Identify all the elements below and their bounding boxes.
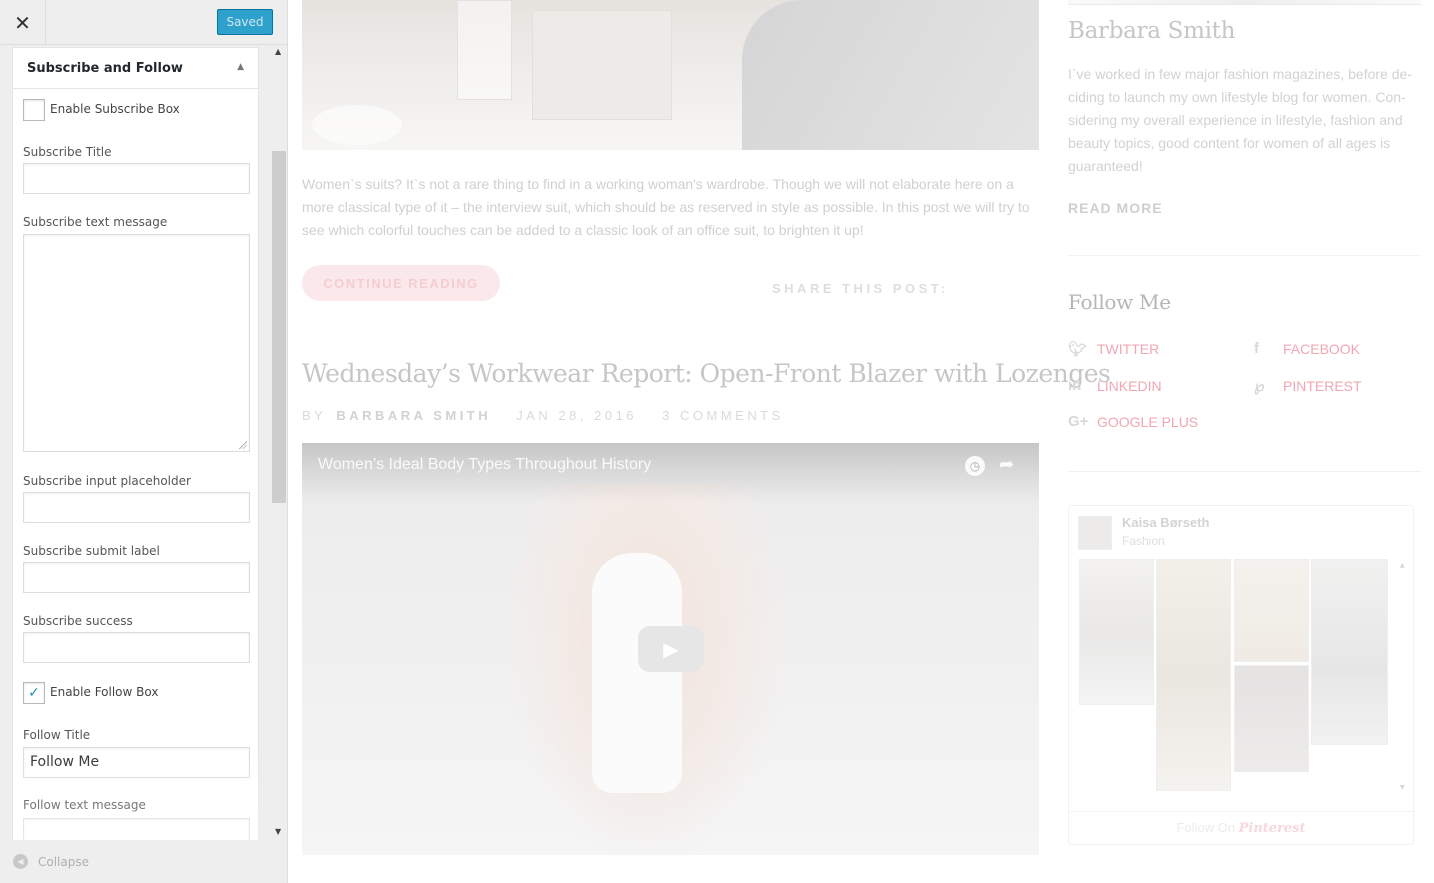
scroll-up-arrow-icon[interactable]: ▲ bbox=[275, 47, 281, 56]
pin-image[interactable] bbox=[1234, 665, 1309, 772]
meta-author-link[interactable]: BARBARA SMITH bbox=[336, 408, 491, 423]
video-thumbnail-dress bbox=[592, 553, 682, 793]
enable-follow-checkbox[interactable]: ✓ bbox=[23, 682, 45, 704]
subscribe-submit-input[interactable] bbox=[23, 562, 250, 593]
subscribe-text-label: Subscribe text message bbox=[23, 215, 168, 229]
subscribe-success-input[interactable] bbox=[23, 632, 250, 663]
customizer-controls: Subscribe and Follow ▲ Enable Subscribe … bbox=[12, 45, 259, 840]
widget-divider bbox=[1068, 471, 1421, 472]
subscribe-submit-label: Subscribe submit label bbox=[23, 544, 160, 558]
linkedin-icon: in bbox=[1068, 377, 1082, 394]
subscribe-title-input[interactable] bbox=[23, 163, 250, 194]
continue-reading-button[interactable]: CONTINUE READING bbox=[302, 265, 500, 301]
twitter-link[interactable]: 🐦︎ TWITTER bbox=[1068, 340, 1159, 358]
pin-image[interactable] bbox=[1311, 559, 1388, 745]
play-button[interactable]: ▶ bbox=[638, 626, 704, 672]
image-detail-glass bbox=[457, 0, 512, 100]
pinterest-link[interactable]: ℘ PINTEREST bbox=[1254, 377, 1362, 395]
read-more-link[interactable]: READ MORE bbox=[1068, 200, 1163, 216]
pinterest-profile-name[interactable]: Kaisa Børseth bbox=[1122, 515, 1209, 530]
facebook-icon: f bbox=[1254, 340, 1259, 357]
about-text: I`ve worked in few major fashion magazin… bbox=[1068, 66, 1412, 174]
customizer-footer: ◀ Collapse bbox=[0, 840, 287, 883]
subscribe-placeholder-label: Subscribe input placeholder bbox=[23, 474, 191, 488]
about-author-name: Barbara Smith bbox=[1068, 18, 1236, 44]
pinterest-profile-widget: Kaisa Børseth Fashion ▲ ▼ Follow On Pint… bbox=[1068, 505, 1414, 845]
follow-title-input[interactable]: Follow Me bbox=[23, 747, 250, 778]
post-excerpt: Women`s suits? It`s not a rare thing to … bbox=[302, 176, 1030, 238]
avatar[interactable] bbox=[1078, 516, 1112, 550]
pinterest-profile-category: Fashion bbox=[1122, 534, 1165, 548]
follow-widget-title: Follow Me bbox=[1068, 290, 1171, 314]
follow-title-label: Follow Title bbox=[23, 728, 91, 742]
share-post-label: SHARE THIS POST: bbox=[772, 281, 949, 296]
about-image-edge bbox=[1068, 0, 1421, 5]
customizer-panel: ✕ Saved Subscribe and Follow ▲ Enable Su… bbox=[0, 0, 288, 883]
pin-scroll-up-icon[interactable]: ▲ bbox=[1400, 562, 1405, 569]
enable-subscribe-label: Enable Subscribe Box bbox=[50, 102, 180, 116]
customizer-header: ✕ Saved bbox=[0, 0, 287, 45]
scroll-down-arrow-icon[interactable]: ▼ bbox=[275, 827, 281, 836]
pinterest-icon: ℘ bbox=[1254, 378, 1265, 395]
pinterest-logo: Pinterest bbox=[1238, 821, 1306, 836]
twitter-icon: 🐦︎ bbox=[1068, 341, 1088, 358]
facebook-link[interactable]: f FACEBOOK bbox=[1254, 340, 1360, 357]
subscribe-success-label: Subscribe success bbox=[23, 614, 133, 628]
image-detail-cup bbox=[312, 105, 402, 145]
checkmark-icon: ✓ bbox=[28, 685, 40, 701]
collapse-arrow-icon[interactable]: ◀ bbox=[13, 854, 28, 869]
image-detail-box bbox=[532, 10, 672, 120]
close-icon: ✕ bbox=[14, 10, 31, 35]
section-title: Subscribe and Follow bbox=[27, 61, 183, 76]
googleplus-icon: G+ bbox=[1068, 413, 1089, 430]
enable-follow-label: Enable Follow Box bbox=[50, 685, 159, 699]
share-arrow-icon[interactable]: ➦ bbox=[999, 454, 1014, 475]
subscribe-title-label: Subscribe Title bbox=[23, 145, 112, 159]
pin-image[interactable] bbox=[1234, 559, 1309, 662]
pin-image[interactable] bbox=[1156, 559, 1231, 791]
meta-by: BY BARBARA SMITH bbox=[302, 408, 492, 423]
widget-divider bbox=[1068, 255, 1421, 256]
section-header[interactable]: Subscribe and Follow ▲ bbox=[12, 47, 259, 89]
twitter-label: TWITTER bbox=[1097, 341, 1160, 357]
post-title[interactable]: Wednesday’s Workwear Report: Open-Front … bbox=[302, 359, 1111, 388]
subscribe-text-textarea[interactable] bbox=[23, 234, 250, 452]
post-featured-image[interactable] bbox=[302, 0, 1039, 150]
enable-subscribe-checkbox[interactable] bbox=[23, 99, 45, 121]
saved-button[interactable]: Saved bbox=[217, 9, 273, 35]
pin-image[interactable] bbox=[1079, 559, 1154, 705]
caret-up-icon: ▲ bbox=[237, 62, 244, 72]
meta-comments-link[interactable]: 3 COMMENTS bbox=[662, 408, 784, 423]
customizer-scrollbar[interactable]: ▲ ▼ bbox=[271, 45, 287, 840]
pinterest-label: PINTEREST bbox=[1283, 378, 1362, 394]
subscribe-placeholder-input[interactable] bbox=[23, 492, 250, 523]
video-title[interactable]: Women’s Ideal Body Types Throughout Hist… bbox=[318, 456, 651, 474]
play-icon: ▶ bbox=[663, 637, 679, 661]
section-body: Enable Subscribe Box Subscribe Title Sub… bbox=[12, 89, 259, 840]
facebook-label: FACEBOOK bbox=[1283, 340, 1361, 357]
collapse-button[interactable]: Collapse bbox=[38, 855, 89, 869]
follow-text-input[interactable] bbox=[23, 818, 250, 840]
site-preview: Women`s suits? It`s not a rare thing to … bbox=[288, 0, 1434, 883]
googleplus-label: GOOGLE PLUS bbox=[1097, 413, 1199, 430]
pin-scroll-down-icon[interactable]: ▼ bbox=[1400, 784, 1405, 791]
scrollbar-thumb[interactable] bbox=[272, 151, 286, 503]
watch-later-clock-icon[interactable]: ◷ bbox=[965, 456, 985, 476]
video-embed[interactable]: Women’s Ideal Body Types Throughout Hist… bbox=[302, 443, 1039, 855]
follow-on-pinterest-button[interactable]: Follow On Pinterest bbox=[1069, 811, 1413, 843]
linkedin-link[interactable]: in LINKEDIN bbox=[1068, 377, 1162, 394]
follow-on-label: Follow On bbox=[1176, 820, 1235, 835]
image-detail-jacket bbox=[742, 0, 1039, 150]
meta-date: JAN 28, 2016 bbox=[516, 408, 638, 423]
post-meta: BY BARBARA SMITH JAN 28, 2016 3 COMMENTS bbox=[302, 408, 802, 423]
close-customizer-button[interactable]: ✕ bbox=[0, 0, 46, 45]
resize-handle-icon[interactable] bbox=[239, 441, 247, 449]
googleplus-link[interactable]: G+ GOOGLE PLUS bbox=[1068, 413, 1198, 430]
follow-text-label: Follow text message bbox=[23, 798, 146, 812]
linkedin-label: LINKEDIN bbox=[1097, 377, 1162, 394]
